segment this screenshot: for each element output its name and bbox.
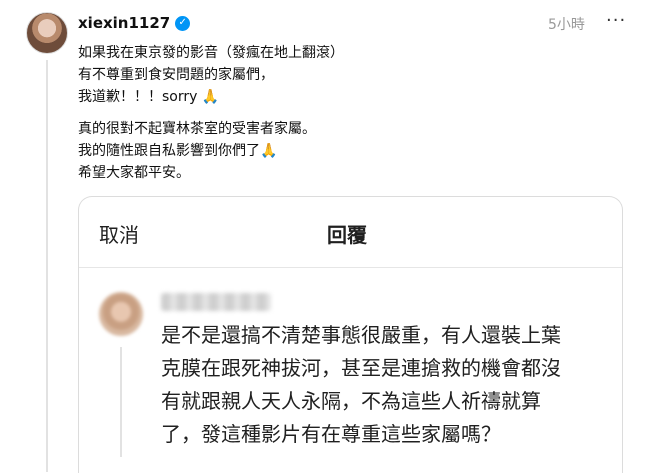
reply-sheet-screenshot: 取消 回覆 是不是還搞不清楚事態很嚴重，有人還裝上葉 克膜在跟死神拔河，甚至是連… — [78, 196, 623, 473]
caption-line: 真的很對不起寶林茶室的受害者家屬。 — [78, 121, 316, 137]
post-header: xiexin1127 ✓ — [78, 14, 191, 32]
caption-line: 希望大家都平安。 — [78, 165, 190, 181]
comment-line: 了，發這種影片有在尊重這些家屬嗎？ — [161, 422, 501, 446]
comment-text: 是不是還搞不清楚事態很嚴重，有人還裝上葉 克膜在跟死神拔河，甚至是連搶救的機會都… — [161, 319, 611, 451]
post-caption: 如果我在東京發的影音（發瘋在地上翻滾） 有不尊重到食安問題的家屬們， 我道歉！！… — [78, 42, 598, 184]
comment-line: 是不是還搞不清楚事態很嚴重，有人還裝上葉 — [161, 323, 561, 347]
comment-line: 克膜在跟死神拔河，甚至是連搶救的機會都沒 — [161, 356, 561, 380]
timestamp: 5小時 — [548, 17, 585, 33]
thread-line — [46, 60, 48, 472]
avatar[interactable] — [26, 12, 68, 54]
more-options-icon[interactable]: ··· — [606, 10, 626, 31]
commenter-name-blurred — [161, 293, 271, 311]
username[interactable]: xiexin1127 — [78, 14, 170, 32]
commenter-avatar-blurred — [99, 292, 143, 336]
comment-thread-line — [120, 347, 122, 457]
divider — [79, 267, 622, 268]
comment-line: 有就跟親人天人永隔，不為這些人祈禱就算 — [161, 389, 541, 413]
caption-line: 我道歉！！！sorry 🙏 — [78, 89, 220, 105]
caption-line: 如果我在東京發的影音（發瘋在地上翻滾） — [78, 45, 344, 61]
cancel-button[interactable]: 取消 — [99, 219, 139, 248]
caption-line: 有不尊重到食安問題的家屬們， — [78, 67, 274, 83]
verified-badge-icon: ✓ — [175, 15, 191, 31]
caption-line: 我的隨性跟自私影響到你們了🙏 — [78, 143, 278, 159]
reply-sheet-title: 回覆 — [327, 223, 367, 247]
